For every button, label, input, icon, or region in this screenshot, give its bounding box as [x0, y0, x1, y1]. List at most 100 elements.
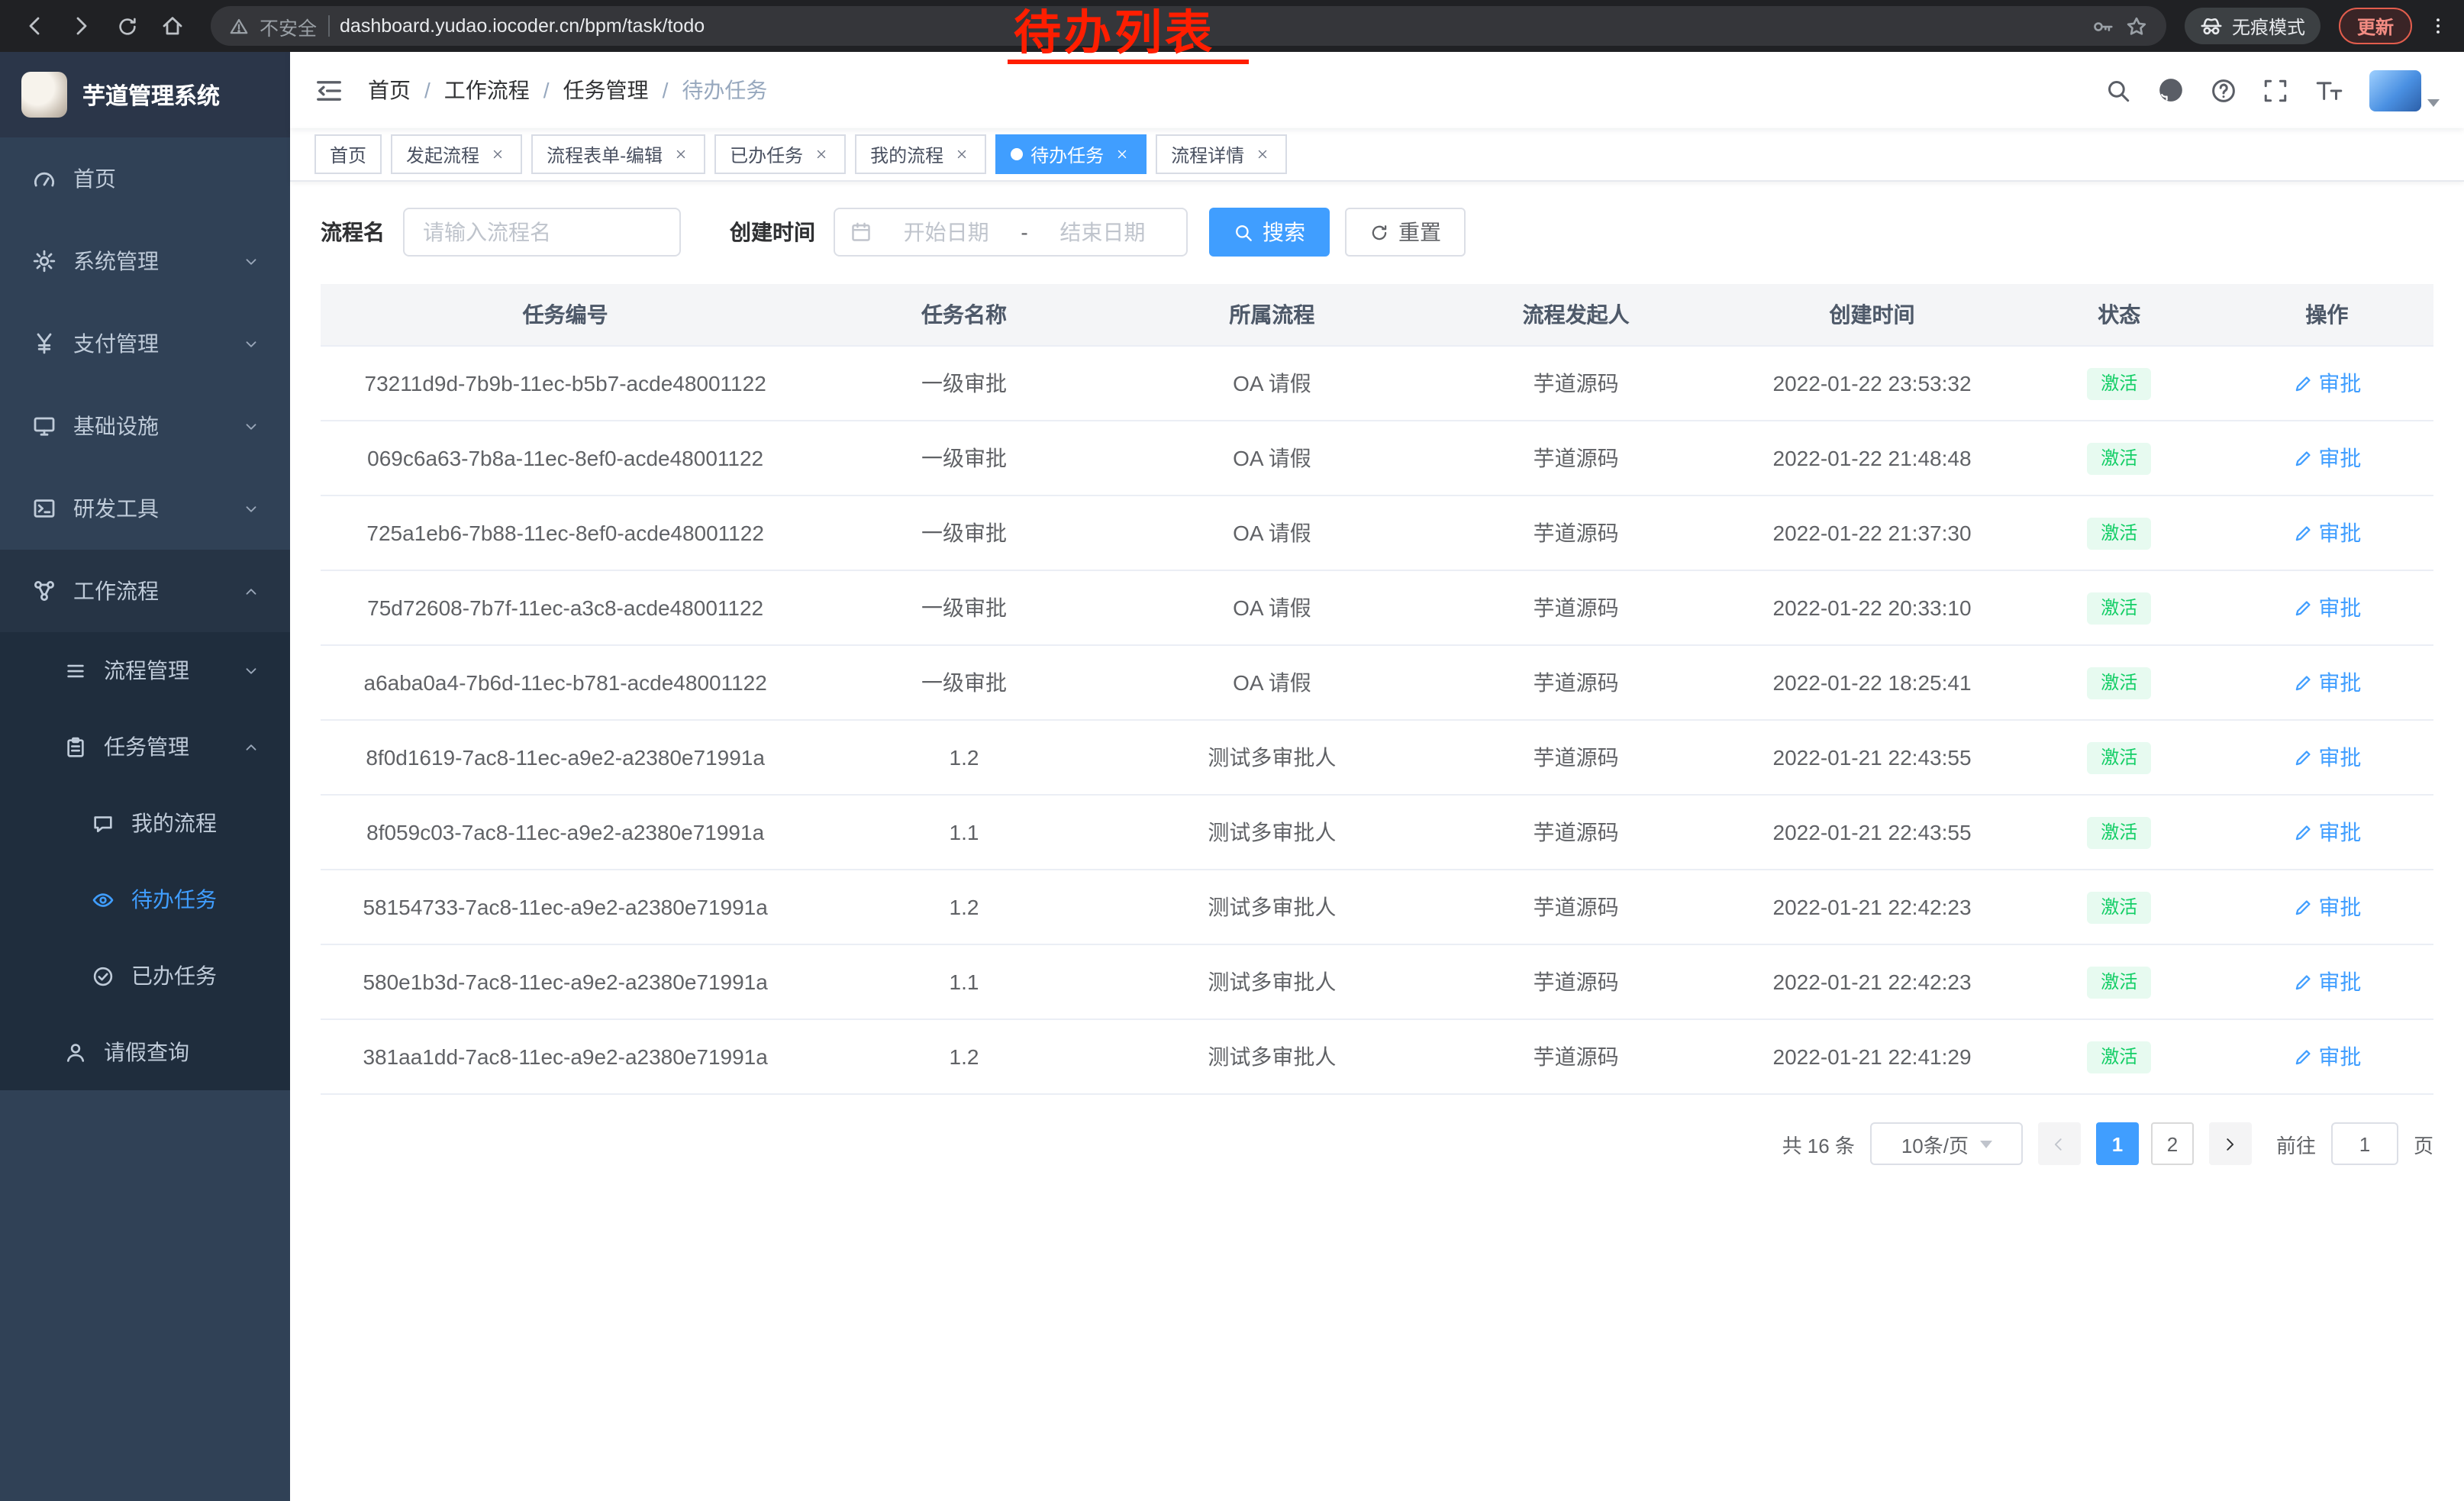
close-icon[interactable] [1111, 144, 1131, 164]
font-size-icon[interactable] [2314, 77, 2343, 103]
chevron-down-icon [243, 253, 260, 270]
breadcrumb-task-mgmt[interactable]: 任务管理 [563, 75, 649, 105]
sidebar-item-system[interactable]: 系统管理 [0, 220, 290, 302]
sidebar-item-label: 任务管理 [104, 731, 189, 762]
cell-created: 2022-01-21 22:41:29 [1726, 1019, 2018, 1094]
tag-todo-tasks[interactable]: 待办任务 [995, 134, 1147, 174]
cell-task-name: 1.1 [810, 795, 1118, 870]
goto-page-input[interactable] [2331, 1122, 2398, 1165]
cell-created: 2022-01-21 22:42:23 [1726, 944, 2018, 1019]
prev-page-button[interactable] [2038, 1122, 2081, 1165]
date-separator: - [1021, 220, 1027, 244]
collapse-sidebar-icon[interactable] [314, 76, 343, 105]
table-row: 73211d9d-7b9b-11ec-b5b7-acde48001122 一级审… [321, 346, 2433, 421]
browser-chrome: 不安全 dashboard.yudao.iocoder.cn/bpm/task/… [0, 0, 2464, 52]
approve-link[interactable]: 审批 [2292, 742, 2361, 773]
close-icon[interactable] [487, 144, 507, 164]
sidebar-item-leave-query[interactable]: 请假查询 [0, 1014, 290, 1090]
home-icon[interactable] [153, 6, 192, 46]
search-icon[interactable] [2105, 77, 2131, 103]
cell-initiator: 芋道源码 [1426, 495, 1726, 570]
sidebar-item-task-mgmt[interactable]: 任务管理 [0, 709, 290, 785]
approve-link[interactable]: 审批 [2292, 368, 2361, 399]
approve-link[interactable]: 审批 [2292, 1041, 2361, 1072]
tag-start-process[interactable]: 发起流程 [391, 134, 522, 174]
tag-done-tasks[interactable]: 已办任务 [714, 134, 846, 174]
approve-link[interactable]: 审批 [2292, 817, 2361, 847]
monitor-icon [31, 414, 58, 438]
sidebar-item-process-mgmt[interactable]: 流程管理 [0, 632, 290, 709]
tag-process-detail[interactable]: 流程详情 [1156, 134, 1287, 174]
sidebar-item-label: 流程管理 [104, 655, 189, 686]
approve-link[interactable]: 审批 [2292, 967, 2361, 997]
cell-task-id: 725a1eb6-7b88-11ec-8ef0-acde48001122 [321, 495, 810, 570]
process-name-input[interactable] [403, 208, 681, 257]
close-icon[interactable] [1252, 144, 1272, 164]
approve-link[interactable]: 审批 [2292, 667, 2361, 698]
close-icon[interactable] [670, 144, 690, 164]
approve-link[interactable]: 审批 [2292, 443, 2361, 473]
date-range-picker[interactable]: 开始日期 - 结束日期 [834, 208, 1188, 257]
tag-home[interactable]: 首页 [314, 134, 382, 174]
incognito-badge: 无痕模式 [2185, 8, 2320, 44]
status-badge: 激活 [2087, 1041, 2151, 1073]
close-icon[interactable] [811, 144, 830, 164]
sidebar-item-devtools[interactable]: 研发工具 [0, 467, 290, 550]
back-icon[interactable] [15, 6, 55, 46]
key-icon[interactable] [2091, 15, 2114, 37]
status-badge: 激活 [2087, 592, 2151, 624]
sidebar-item-workflow[interactable]: 工作流程 [0, 550, 290, 632]
page-button-2[interactable]: 2 [2151, 1122, 2194, 1165]
sidebar-item-todo-tasks[interactable]: 待办任务 [0, 861, 290, 938]
browser-menu-icon[interactable] [2427, 15, 2449, 37]
sidebar-item-home[interactable]: 首页 [0, 137, 290, 220]
active-dot [1011, 148, 1023, 160]
update-button[interactable]: 更新 [2339, 8, 2412, 44]
chevron-up-icon [243, 738, 260, 755]
page-button-1[interactable]: 1 [2096, 1122, 2139, 1165]
clipboard-icon [61, 735, 89, 758]
fullscreen-icon[interactable] [2262, 77, 2288, 103]
incognito-icon [2200, 15, 2223, 37]
sidebar-item-payment[interactable]: 支付管理 [0, 302, 290, 385]
sidebar-item-done-tasks[interactable]: 已办任务 [0, 938, 290, 1014]
cell-created: 2022-01-21 22:43:55 [1726, 720, 2018, 795]
sidebar-item-my-process[interactable]: 我的流程 [0, 785, 290, 861]
reload-icon[interactable] [107, 6, 147, 46]
cell-task-id: 580e1b3d-7ac8-11ec-a9e2-a2380e71991a [321, 944, 810, 1019]
approve-link[interactable]: 审批 [2292, 592, 2361, 623]
breadcrumb-workflow[interactable]: 工作流程 [444, 75, 530, 105]
github-icon[interactable] [2157, 76, 2185, 104]
user-menu[interactable] [2369, 69, 2440, 111]
avatar [2369, 69, 2421, 111]
sidebar-item-infrastructure[interactable]: 基础设施 [0, 385, 290, 467]
breadcrumb-current: 待办任务 [682, 75, 767, 105]
star-icon[interactable] [2125, 15, 2148, 37]
close-icon[interactable] [951, 144, 971, 164]
refresh-icon [1369, 222, 1389, 242]
breadcrumb-home[interactable]: 首页 [368, 75, 411, 105]
tag-form-edit[interactable]: 流程表单-编辑 [531, 134, 705, 174]
calendar-icon [850, 221, 872, 243]
tag-my-process[interactable]: 我的流程 [855, 134, 986, 174]
page-size-select[interactable]: 10条/页 [1870, 1122, 2023, 1165]
cell-task-id: a6aba0a4-7b6d-11ec-b781-acde48001122 [321, 645, 810, 720]
goto-label: 前往 [2276, 1129, 2316, 1158]
cell-created: 2022-01-22 18:25:41 [1726, 645, 2018, 720]
col-process: 所属流程 [1118, 284, 1426, 346]
next-page-button[interactable] [2209, 1122, 2252, 1165]
chevron-up-icon [243, 583, 260, 599]
reset-button[interactable]: 重置 [1345, 208, 1466, 257]
cell-process: OA 请假 [1118, 421, 1426, 495]
cell-task-id: 58154733-7ac8-11ec-a9e2-a2380e71991a [321, 870, 810, 944]
search-button[interactable]: 搜索 [1209, 208, 1330, 257]
forward-icon[interactable] [61, 6, 101, 46]
tag-label: 流程表单-编辑 [547, 141, 663, 167]
approve-link[interactable]: 审批 [2292, 892, 2361, 922]
reset-button-label: 重置 [1398, 217, 1441, 247]
edit-icon [2292, 822, 2312, 842]
help-icon[interactable] [2211, 77, 2237, 103]
sidebar: 芋道管理系统 首页 系统管理 支付管理 基础设施 [0, 52, 290, 1501]
status-badge: 激活 [2087, 367, 2151, 399]
approve-link[interactable]: 审批 [2292, 518, 2361, 548]
